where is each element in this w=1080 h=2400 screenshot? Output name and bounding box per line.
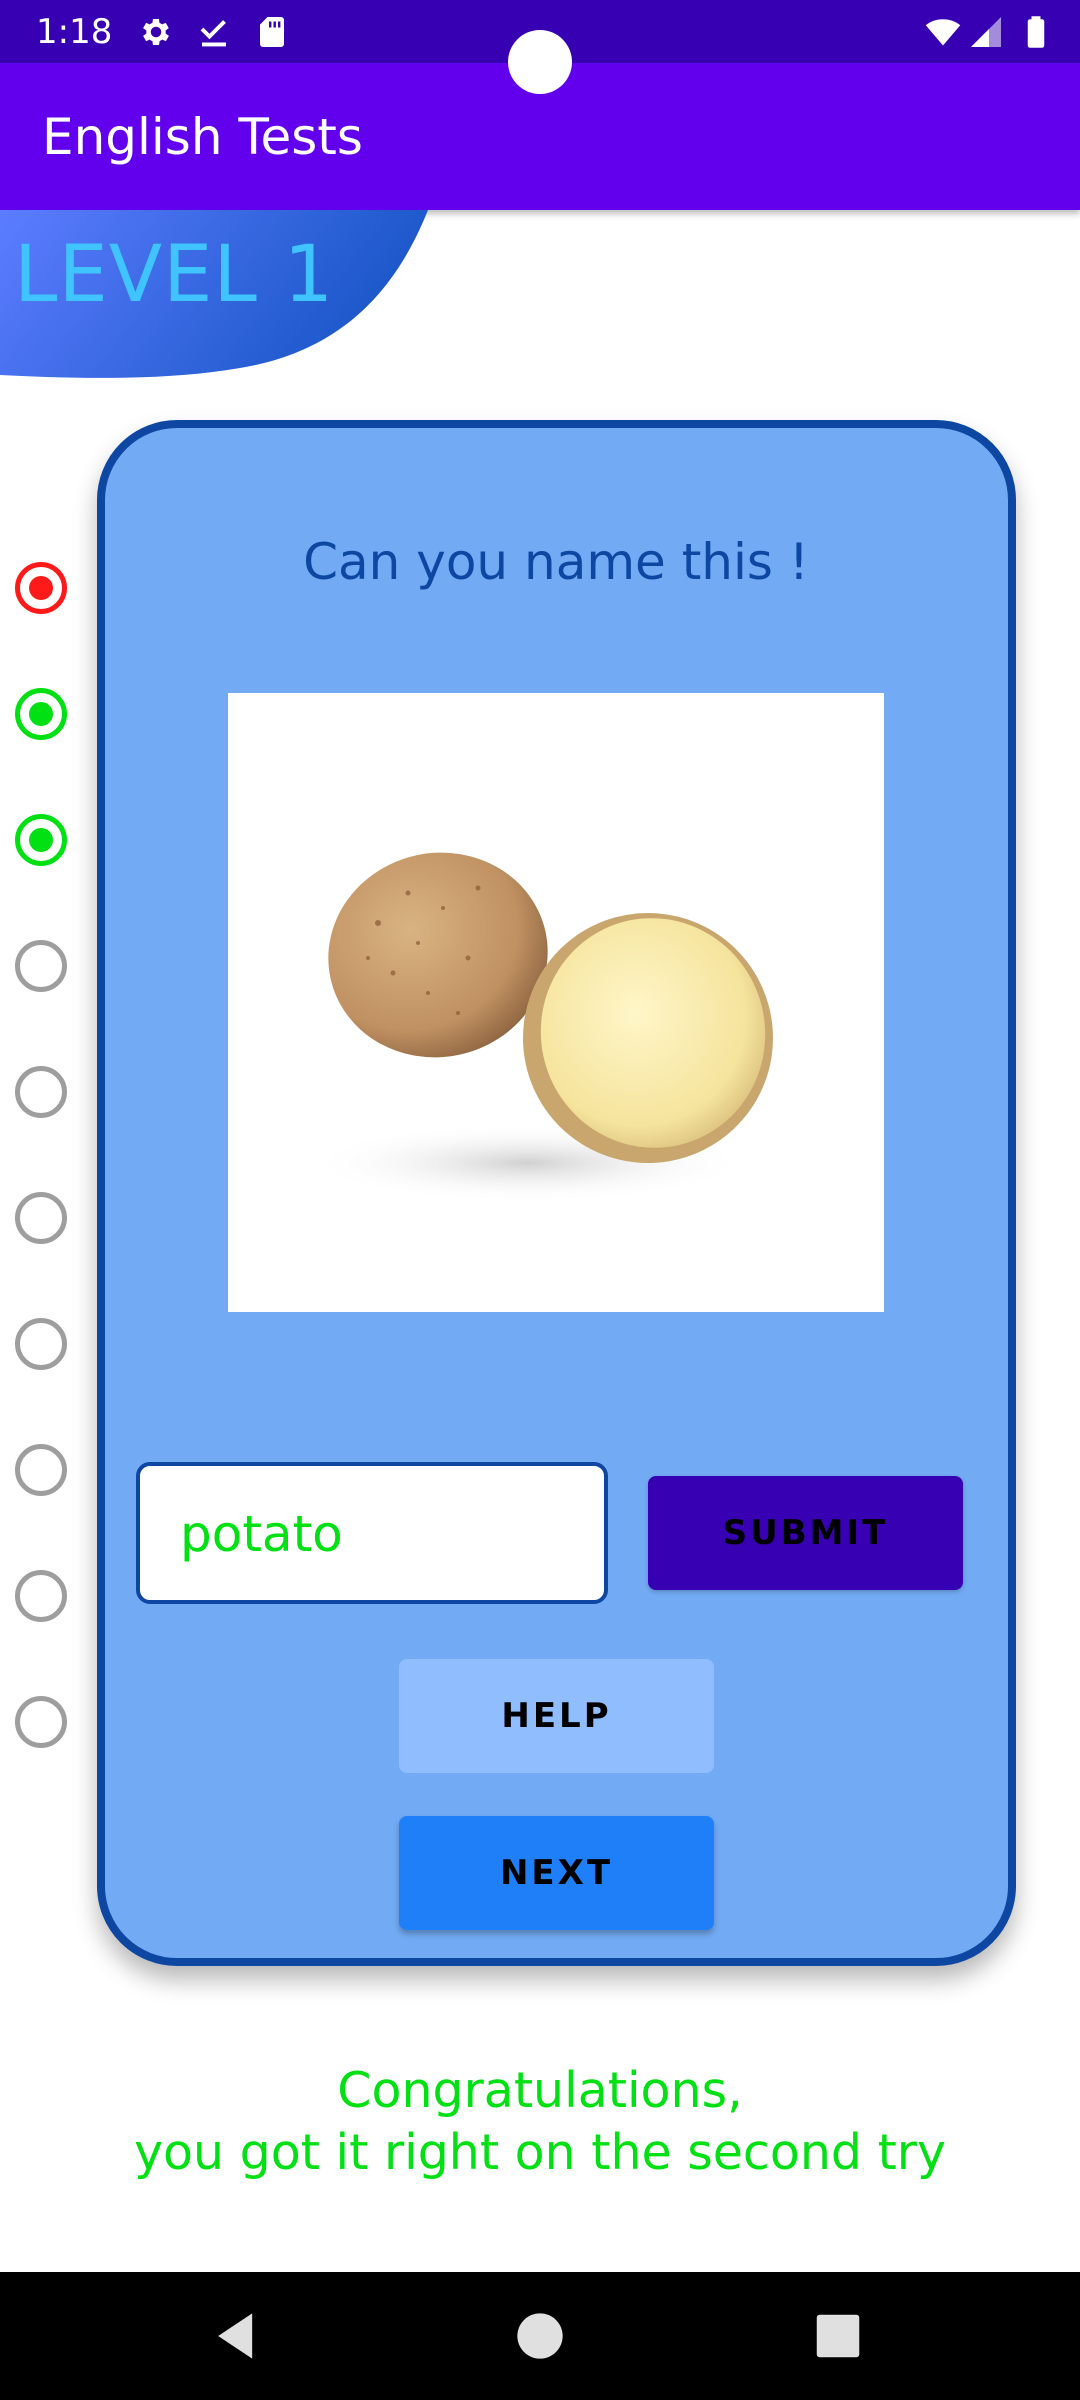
progress-radio-8 (15, 1444, 67, 1496)
question-image-frame (228, 693, 884, 1312)
question-text: Can you name this ! (303, 533, 809, 591)
progress-radio-4 (15, 940, 67, 992)
home-icon[interactable] (506, 2302, 574, 2370)
submit-button[interactable]: SUBMIT (648, 1476, 963, 1590)
feedback-line-2: you got it right on the second try (134, 2124, 946, 2181)
app-screen: 1:18 English Tests LEVEL 1 Can you name … (0, 0, 1080, 2400)
app-title: English Tests (42, 108, 363, 166)
settings-icon (143, 18, 169, 46)
recents-icon[interactable] (804, 2302, 872, 2370)
feedback-message: Congratulations, you got it right on the… (0, 2060, 1080, 2184)
help-button[interactable]: HELP (399, 1659, 714, 1773)
level-label: LEVEL 1 (14, 230, 335, 320)
wifi-icon (925, 19, 961, 46)
potato-image (308, 852, 773, 1203)
download-done-icon (200, 20, 226, 47)
progress-radio-9 (15, 1570, 67, 1622)
answer-input[interactable]: potato (136, 1462, 608, 1604)
back-icon[interactable] (204, 2302, 272, 2370)
answer-input-value: potato (180, 1505, 343, 1563)
progress-radio-3 (15, 814, 67, 866)
status-time: 1:18 (36, 12, 113, 52)
camera-cutout (508, 30, 572, 94)
progress-radio-5 (15, 1066, 67, 1118)
progress-radio-2 (15, 688, 67, 740)
progress-radio-7 (15, 1318, 67, 1370)
feedback-line-1: Congratulations, (337, 2062, 743, 2119)
battery-icon (1027, 16, 1045, 48)
navigation-bar (0, 2272, 1080, 2400)
next-button[interactable]: NEXT (399, 1816, 714, 1930)
progress-radio-10 (15, 1696, 67, 1748)
progress-radio-6 (15, 1192, 67, 1244)
sd-card-icon (260, 17, 284, 47)
signal-icon (971, 17, 1001, 47)
